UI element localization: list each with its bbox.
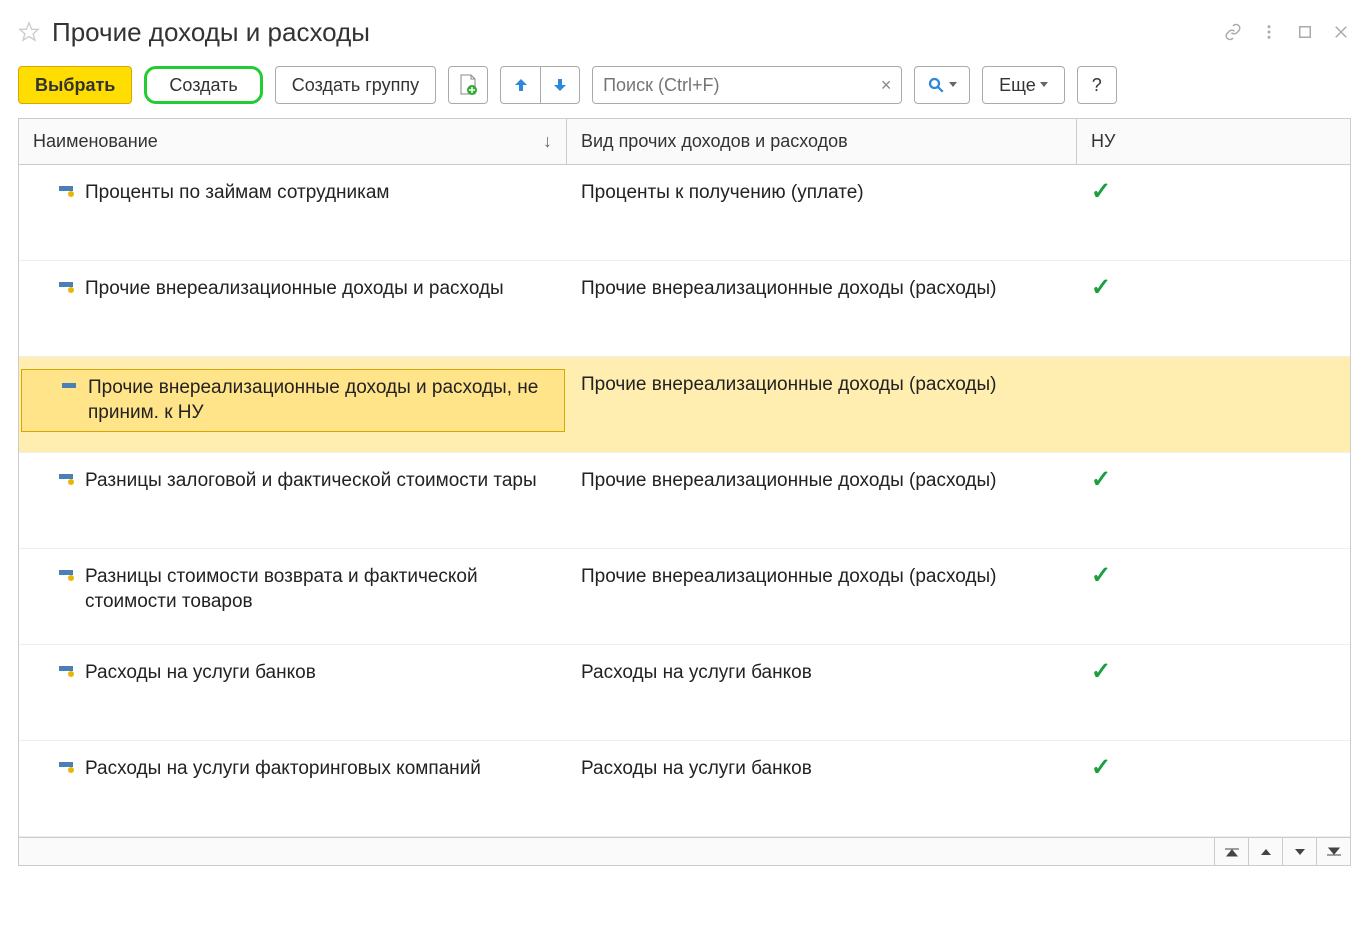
table-row[interactable]: Прочие внереализационные доходы и расход… bbox=[19, 357, 1350, 453]
link-icon[interactable] bbox=[1223, 22, 1243, 42]
cell-nu: ✓ bbox=[1077, 165, 1350, 206]
sort-down-icon: ↓ bbox=[543, 131, 552, 152]
chevron-down-icon bbox=[949, 82, 957, 88]
item-name: Проценты по займам сотрудникам bbox=[85, 181, 565, 206]
favorite-icon[interactable] bbox=[18, 21, 40, 43]
close-icon[interactable] bbox=[1331, 22, 1351, 42]
nav-group bbox=[500, 66, 580, 104]
cell-type: Прочие внереализационные доходы (расходы… bbox=[567, 549, 1077, 590]
prev-button[interactable] bbox=[500, 66, 540, 104]
cell-nu: ✓ bbox=[1077, 645, 1350, 686]
more-button[interactable]: Еще bbox=[982, 66, 1065, 104]
table-row[interactable]: Расходы на услуги факторинговых компаний… bbox=[19, 741, 1350, 837]
scroll-up-button[interactable] bbox=[1248, 838, 1282, 865]
clear-search-icon[interactable]: × bbox=[871, 75, 901, 96]
item-icon bbox=[21, 181, 85, 197]
more-label: Еще bbox=[999, 75, 1036, 96]
checkmark-icon: ✓ bbox=[1091, 754, 1111, 781]
item-icon bbox=[24, 376, 88, 392]
titlebar: Прочие доходы и расходы bbox=[18, 8, 1351, 56]
item-name: Прочие внереализационные доходы и расход… bbox=[88, 376, 562, 425]
table-body: Проценты по займам сотрудникамПроценты к… bbox=[19, 165, 1350, 837]
cell-nu: ✓ bbox=[1077, 741, 1350, 782]
search-input[interactable] bbox=[593, 75, 871, 96]
cell-name: Разницы стоимости возврата и фактической… bbox=[19, 549, 567, 630]
select-button[interactable]: Выбрать bbox=[18, 66, 132, 104]
header-name-label: Наименование bbox=[33, 131, 158, 152]
scroll-top-button[interactable] bbox=[1214, 838, 1248, 865]
window-controls bbox=[1223, 22, 1351, 42]
next-button[interactable] bbox=[540, 66, 580, 104]
item-name: Разницы стоимости возврата и фактической… bbox=[85, 565, 565, 614]
cell-type: Расходы на услуги банков bbox=[567, 741, 1077, 782]
item-icon bbox=[21, 277, 85, 293]
scroll-footer bbox=[19, 837, 1350, 865]
scroll-down-button[interactable] bbox=[1282, 838, 1316, 865]
cell-type: Прочие внереализационные доходы (расходы… bbox=[567, 453, 1077, 494]
data-table: Наименование ↓ Вид прочих доходов и расх… bbox=[18, 118, 1351, 866]
cell-nu bbox=[1077, 357, 1350, 369]
window-frame: Прочие доходы и расходы Выбрать Создать … bbox=[0, 0, 1369, 929]
header-nu[interactable]: НУ bbox=[1077, 119, 1350, 164]
help-button[interactable]: ? bbox=[1077, 66, 1117, 104]
cell-name: Проценты по займам сотрудникам bbox=[19, 165, 567, 222]
checkmark-icon: ✓ bbox=[1091, 274, 1111, 301]
checkmark-icon: ✓ bbox=[1091, 178, 1111, 205]
item-name: Разницы залоговой и фактической стоимост… bbox=[85, 469, 565, 494]
cell-name: Разницы залоговой и фактической стоимост… bbox=[19, 453, 567, 510]
toolbar: Выбрать Создать Создать группу × Еще bbox=[18, 64, 1351, 106]
item-name: Расходы на услуги факторинговых компаний bbox=[85, 757, 565, 782]
cell-nu: ✓ bbox=[1077, 261, 1350, 302]
create-group-button[interactable]: Создать группу bbox=[275, 66, 436, 104]
table-row[interactable]: Расходы на услуги банковРасходы на услуг… bbox=[19, 645, 1350, 741]
cell-name: Прочие внереализационные доходы и расход… bbox=[19, 261, 567, 318]
cell-type: Прочие внереализационные доходы (расходы… bbox=[567, 261, 1077, 302]
more-icon[interactable] bbox=[1259, 22, 1279, 42]
chevron-down-icon bbox=[1040, 82, 1048, 88]
table-header: Наименование ↓ Вид прочих доходов и расх… bbox=[19, 119, 1350, 165]
cell-nu: ✓ bbox=[1077, 453, 1350, 494]
cell-name: Расходы на услуги банков bbox=[19, 645, 567, 702]
table-row[interactable]: Прочие внереализационные доходы и расход… bbox=[19, 261, 1350, 357]
item-name: Прочие внереализационные доходы и расход… bbox=[85, 277, 565, 302]
cell-name: Прочие внереализационные доходы и расход… bbox=[19, 357, 567, 444]
table-row[interactable]: Разницы стоимости возврата и фактической… bbox=[19, 549, 1350, 645]
header-type[interactable]: Вид прочих доходов и расходов bbox=[567, 119, 1077, 164]
checkmark-icon: ✓ bbox=[1091, 562, 1111, 589]
table-row[interactable]: Разницы залоговой и фактической стоимост… bbox=[19, 453, 1350, 549]
page-title: Прочие доходы и расходы bbox=[52, 17, 1223, 48]
checkmark-icon: ✓ bbox=[1091, 658, 1111, 685]
cell-name: Расходы на услуги факторинговых компаний bbox=[19, 741, 567, 798]
search-field[interactable]: × bbox=[592, 66, 902, 104]
new-document-button[interactable] bbox=[448, 66, 488, 104]
table-row[interactable]: Проценты по займам сотрудникамПроценты к… bbox=[19, 165, 1350, 261]
item-icon bbox=[21, 757, 85, 773]
header-name[interactable]: Наименование ↓ bbox=[19, 119, 567, 164]
search-dropdown-button[interactable] bbox=[914, 66, 970, 104]
create-button[interactable]: Создать bbox=[144, 66, 262, 104]
item-icon bbox=[21, 469, 85, 485]
maximize-icon[interactable] bbox=[1295, 22, 1315, 42]
scroll-bottom-button[interactable] bbox=[1316, 838, 1350, 865]
cell-type: Проценты к получению (уплате) bbox=[567, 165, 1077, 206]
cell-type: Расходы на услуги банков bbox=[567, 645, 1077, 686]
item-icon bbox=[21, 661, 85, 677]
item-name: Расходы на услуги банков bbox=[85, 661, 565, 686]
item-icon bbox=[21, 565, 85, 581]
checkmark-icon: ✓ bbox=[1091, 466, 1111, 493]
cell-nu: ✓ bbox=[1077, 549, 1350, 590]
cell-type: Прочие внереализационные доходы (расходы… bbox=[567, 357, 1077, 398]
